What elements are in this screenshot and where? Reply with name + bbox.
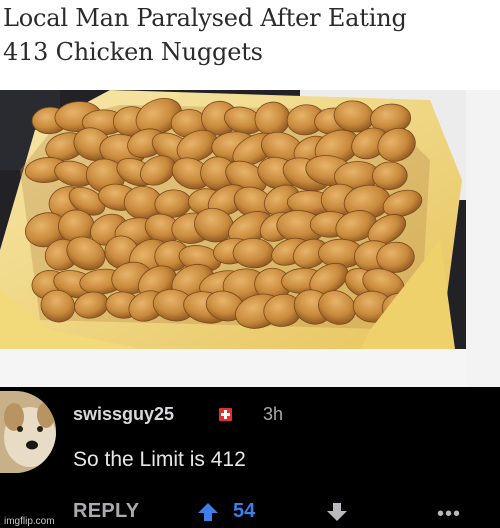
headline-line-2: 413 Chicken Nuggets — [3, 38, 263, 66]
more-options-icon[interactable]: ••• — [437, 503, 461, 526]
article-photo — [0, 90, 466, 349]
reddit-comment: swissguy25 3h So the Limit is 412 REPLY … — [0, 387, 500, 528]
article-headline: Local Man Paralysed After Eating 413 Chi… — [3, 0, 497, 68]
news-article: Local Man Paralysed After Eating 413 Chi… — [0, 0, 500, 387]
dog-avatar-icon — [0, 391, 56, 473]
photo-margin — [466, 90, 500, 387]
nuggets-pile — [24, 97, 423, 329]
downvote-arrow-icon[interactable] — [326, 502, 348, 522]
comment-text: So the Limit is 412 — [73, 448, 246, 471]
reply-button[interactable]: REPLY — [73, 500, 139, 523]
user-avatar[interactable] — [0, 391, 56, 473]
vote-count: 54 — [233, 500, 256, 522]
comment-username[interactable]: swissguy25 — [73, 404, 174, 425]
swiss-flag-icon — [219, 408, 232, 421]
nuggets-image — [0, 90, 466, 349]
comment-timestamp: 3h — [263, 404, 284, 424]
upvote-arrow-icon[interactable] — [197, 502, 219, 522]
photo-margin-bottom — [0, 349, 466, 387]
watermark-text: imgflip.com — [4, 516, 55, 527]
comment-actions: REPLY 54 ••• — [0, 497, 500, 528]
headline-line-1: Local Man Paralysed After Eating — [3, 4, 407, 32]
